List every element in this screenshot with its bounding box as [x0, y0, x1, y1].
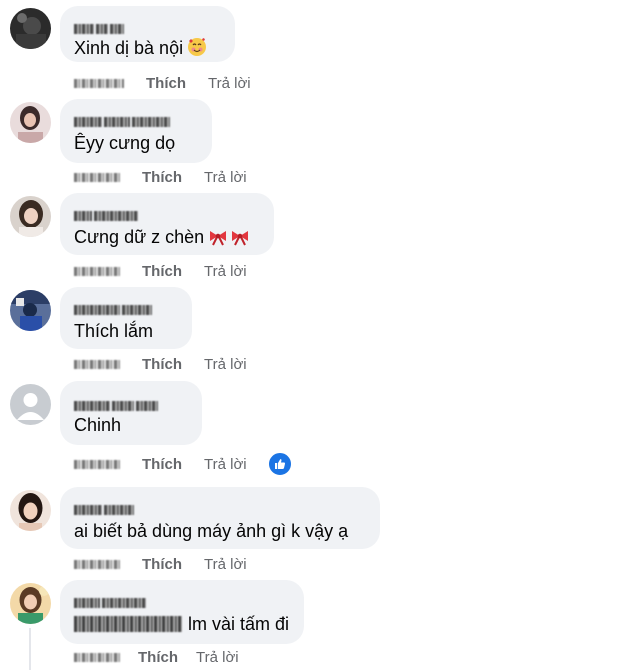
avatar[interactable]	[10, 102, 51, 143]
comment-actions: Thích Trả lời	[74, 554, 247, 574]
comment-bubble: lm vài tấm đi	[60, 580, 304, 644]
like-button[interactable]: Thích	[142, 263, 182, 280]
reply-button[interactable]: Trả lời	[208, 75, 251, 92]
comment-bubble: Xinh dị bà nội	[60, 6, 235, 62]
reply-button[interactable]: Trả lời	[204, 456, 247, 473]
comment-bubble: Cưng dữ z chèn	[60, 193, 274, 255]
author-name[interactable]	[74, 397, 160, 411]
avatar[interactable]	[10, 490, 51, 531]
comment-text: ai biết bả dùng máy ảnh gì k vậy ạ	[74, 521, 349, 541]
like-button[interactable]: Thích	[138, 649, 178, 666]
timestamp[interactable]	[74, 652, 120, 662]
reply-button[interactable]: Trả lời	[204, 356, 247, 373]
comment-text: Êyy cưng dọ	[74, 133, 176, 153]
timestamp[interactable]	[74, 78, 124, 88]
reply-button[interactable]: Trả lời	[204, 556, 247, 573]
author-name[interactable]	[74, 594, 148, 608]
comment-actions: Thích Trả lời	[74, 261, 247, 281]
comment-bubble: Thích lắm	[60, 287, 192, 349]
smiling-face-with-hearts-icon	[187, 37, 207, 62]
reply-button[interactable]: Trả lời	[196, 649, 239, 666]
comment-bubble: ai biết bả dùng máy ảnh gì k vậy ạ	[60, 487, 380, 549]
avatar[interactable]	[10, 290, 51, 331]
like-button[interactable]: Thích	[146, 75, 186, 92]
timestamp[interactable]	[74, 266, 120, 276]
like-button[interactable]: Thích	[142, 356, 182, 373]
reply-button[interactable]: Trả lời	[204, 263, 247, 280]
avatar[interactable]	[10, 8, 51, 49]
comment-actions: Thích Trả lời	[74, 647, 239, 667]
comment-text: Cưng dữ z chèn	[74, 226, 252, 251]
comment-text: lm vài tấm đi	[74, 613, 289, 635]
avatar[interactable]	[10, 583, 51, 624]
comment-actions: Thích Trả lời	[74, 454, 247, 474]
like-reaction-icon[interactable]	[268, 452, 292, 476]
like-button[interactable]: Thích	[142, 456, 182, 473]
comment-text: Thích lắm	[74, 321, 154, 341]
author-name[interactable]	[74, 113, 172, 127]
avatar[interactable]	[10, 196, 51, 237]
reply-button[interactable]: Trả lời	[204, 169, 247, 186]
thread-line	[29, 628, 31, 670]
author-name[interactable]	[74, 207, 140, 221]
ribbon-bow-icon	[208, 228, 252, 251]
author-name[interactable]	[74, 20, 126, 34]
comment-text: Chinh	[74, 415, 122, 435]
mentioned-name[interactable]	[74, 616, 182, 632]
author-name[interactable]	[74, 501, 136, 515]
comment-bubble: Chinh	[60, 381, 202, 445]
author-name[interactable]	[74, 301, 154, 315]
like-button[interactable]: Thích	[142, 169, 182, 186]
comment-actions: Thích Trả lời	[74, 354, 247, 374]
timestamp[interactable]	[74, 359, 120, 369]
comment-bubble: Êyy cưng dọ	[60, 99, 212, 163]
avatar[interactable]	[10, 384, 51, 425]
timestamp[interactable]	[74, 559, 120, 569]
timestamp[interactable]	[74, 459, 120, 469]
comment-actions: Thích Trả lời	[74, 167, 247, 187]
comment-actions: Thích Trả lời	[74, 73, 251, 93]
comment-text: Xinh dị bà nội	[74, 37, 207, 62]
timestamp[interactable]	[74, 172, 120, 182]
like-button[interactable]: Thích	[142, 556, 182, 573]
